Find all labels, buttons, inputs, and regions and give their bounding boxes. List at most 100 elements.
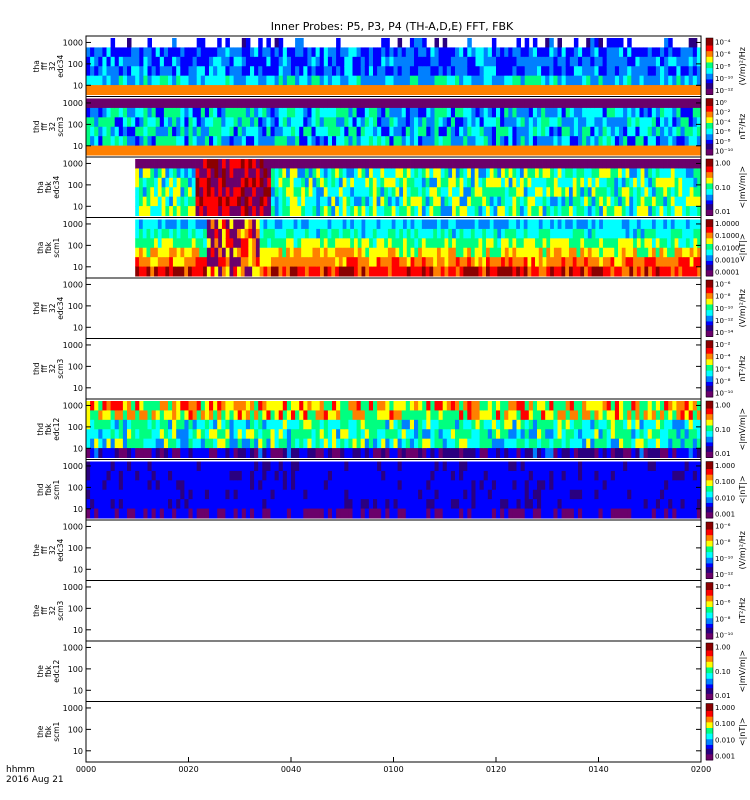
colorbar-tick-label: 10⁻⁸ — [715, 63, 731, 71]
colorbar-tick-label: 10⁻⁴ — [715, 583, 731, 591]
colorbar-tick-label: 0.01 — [715, 208, 731, 216]
panel-label-line: scm3 — [56, 600, 65, 620]
panel-label: the fff 32 scm3 — [32, 600, 65, 620]
y-tick-label: 10 — [73, 323, 83, 332]
y-tick-label: 10 — [73, 142, 83, 151]
colorbar-tick-label: 10⁻⁶ — [715, 523, 731, 531]
panel-label: tha fbk edc34 — [36, 176, 61, 199]
y-tick-label: 100 — [68, 544, 83, 553]
y-tick-label: 1000 — [63, 643, 83, 652]
panel-label-line: scm1 — [52, 721, 61, 741]
panel-4: 10 100 1000tha fbk scm1 1.0000 0.1000 0.0100 0.0… — [36, 217, 747, 279]
x-tick-label: 0040 — [281, 765, 301, 774]
colorbar-tick-label: 10⁻² — [715, 109, 731, 117]
figure-title: Inner Probes: P5, P3, P4 (TH-A,D,E) FFT,… — [271, 20, 514, 33]
y-tick-label: 10 — [73, 626, 83, 635]
colorbar-tick-label: 10⁻⁸ — [715, 539, 731, 547]
panel-label: thd fbk scm1 — [36, 479, 61, 499]
panel-spectrogram — [86, 98, 702, 156]
colorbar-title: <|nT|> — [738, 233, 747, 262]
panel-spectrogram — [135, 159, 702, 216]
y-tick-label: 1000 — [63, 99, 83, 108]
colorbar: 1.00 0.10 0.01 <|mV/m|> — [705, 400, 747, 458]
y-tick-label: 1000 — [63, 341, 83, 350]
panel-spectrogram — [86, 401, 702, 458]
y-tick-label: 100 — [68, 181, 83, 190]
y-tick-label: 10 — [73, 565, 83, 574]
y-tick-label: 1000 — [63, 38, 83, 47]
y-tick-label: 10 — [73, 202, 83, 211]
panel-frame — [85, 338, 702, 400]
y-tick-label: 100 — [68, 423, 83, 432]
y-tick-label: 1000 — [63, 583, 83, 592]
colorbar-tick-label: 0.10 — [715, 668, 731, 676]
colorbar-tick-label: 1.000 — [715, 462, 735, 470]
y-tick-label: 1000 — [63, 462, 83, 471]
colorbar-tick-label: 0.100 — [715, 478, 735, 486]
colorbar: 10⁻² 10⁻⁴ 10⁻⁶ 10⁻⁸ 10⁻¹⁰ nT²/Hz — [705, 340, 747, 398]
y-tick-label: 100 — [68, 604, 83, 613]
colorbar-title: nT²/Hz — [738, 598, 747, 624]
y-tick-label: 10 — [73, 444, 83, 453]
panel-10: 10 100 1000 the fff 32 scm3 10⁻⁴ 10⁻⁶ 10⁻⁸ 10⁻¹⁰ nT… — [32, 580, 747, 642]
colorbar-tick-label: 10⁻¹⁰ — [715, 148, 733, 156]
colorbar-tick-label: 10⁻⁶ — [715, 281, 731, 289]
colorbar-tick-label: 1.00 — [715, 644, 731, 652]
x-tick-label: 0120 — [486, 765, 506, 774]
colorbar-tick-label: 0.0001 — [715, 269, 740, 277]
colorbar: 1.00 0.10 0.01 <|mV/m|> — [705, 158, 747, 216]
y-tick-label: 100 — [68, 362, 83, 371]
panel-5: 10 100 1000 thd fff 32 edc34 10⁻⁶ 10⁻⁸ 10⁻¹⁰ 10⁻¹²… — [32, 277, 747, 339]
panel-1: 101001000tha fff 32 edc3410⁻⁴10⁻⁶10⁻⁸10⁻¹⁰1… — [32, 35, 747, 97]
panel-label: the fff 32 edc34 — [32, 539, 65, 562]
panel-label: tha fff 32 edc34 — [32, 55, 65, 78]
colorbar-tick-label: 10⁻¹⁰ — [715, 390, 733, 398]
colorbar-tick-label: 10⁻⁴ — [715, 353, 731, 361]
colorbar-tick-label: 10⁻¹² — [715, 571, 733, 579]
panel-label-line: edc34 — [56, 297, 65, 320]
colorbar-tick-label: 0.1000 — [715, 232, 740, 240]
y-tick-label: 10 — [73, 81, 83, 90]
colorbar-title: <|mV/m|> — [738, 650, 747, 693]
colorbar-tick-label: 10⁻⁶ — [715, 51, 731, 59]
panel-8: 10 100 1000thd fbk scm1 1.000 0.100 0.010 0.001<… — [36, 459, 747, 521]
colorbar: 10⁻⁴ 10⁻⁶ 10⁻⁸ 10⁻¹⁰ nT²/Hz — [705, 582, 747, 640]
y-tick-label: 100 — [68, 725, 83, 734]
colorbar-tick-label: 10⁰ — [715, 99, 727, 107]
colorbar: 10⁻⁴ 10⁻⁶ 10⁻⁸ 10⁻¹⁰ 10⁻¹² (V/m)²/Hz — [705, 37, 747, 95]
panel-label: thd fff 32 scm3 — [32, 116, 65, 136]
y-tick-label: 1000 — [63, 159, 83, 168]
panel-9: 10 100 1000 the fff 32 edc34 10⁻⁶ 10⁻⁸ 10⁻¹⁰ 10⁻¹²… — [32, 519, 747, 581]
colorbar: 10⁻⁶ 10⁻⁸ 10⁻¹⁰ 10⁻¹² (V/m)²/Hz — [705, 521, 747, 579]
colorbar-tick-label: 1.0000 — [715, 220, 740, 228]
panel-label-line: scm3 — [56, 358, 65, 378]
y-tick-label: 100 — [68, 665, 83, 674]
y-tick-label: 1000 — [63, 522, 83, 531]
colorbar-tick-label: 10⁻⁸ — [715, 615, 731, 623]
colorbar-tick-label: 0.10 — [715, 184, 731, 192]
panel-frame — [85, 519, 702, 581]
colorbar-tick-label: 10⁻¹⁴ — [715, 329, 733, 337]
colorbar-title: (V/m)²/Hz — [738, 531, 747, 569]
colorbar-tick-label: 1.000 — [715, 704, 735, 712]
x-tick-label: 0140 — [588, 765, 608, 774]
panel-spectrogram — [135, 219, 702, 277]
panel-frame — [85, 640, 702, 702]
colorbar: 10⁰ 10⁻²10⁻⁴ 10⁻⁶ 10⁻⁸ 10⁻¹⁰ nT²/Hz — [705, 98, 747, 156]
panel-label: tha fbk scm1 — [36, 237, 61, 257]
colorbar-tick-label: 0.10 — [715, 426, 731, 434]
panel-label-line: edc12 — [52, 418, 61, 441]
colorbar-title: <|nT|> — [738, 475, 747, 504]
x-axis-label: hhmm — [6, 765, 35, 775]
colorbar-tick-label: 0.001 — [715, 511, 735, 519]
y-tick-label: 10 — [73, 263, 83, 272]
colorbar-tick-label: 1.00 — [715, 402, 731, 410]
colorbar: 1.000 0.100 0.010 0.001<|nT|> — [705, 703, 747, 761]
colorbar-tick-label: 0.01 — [715, 692, 731, 700]
panel-label-line: scm3 — [56, 116, 65, 136]
colorbar-tick-label: 10⁻⁶ — [715, 599, 731, 607]
panel-11: 10 100 1000the fbk edc12 1.00 0.10 0.01 <|mV/m|> — [36, 640, 747, 702]
panel-frame — [85, 277, 702, 339]
panel-label: thd fff 32 edc34 — [32, 297, 65, 320]
y-tick-label: 100 — [68, 483, 83, 492]
